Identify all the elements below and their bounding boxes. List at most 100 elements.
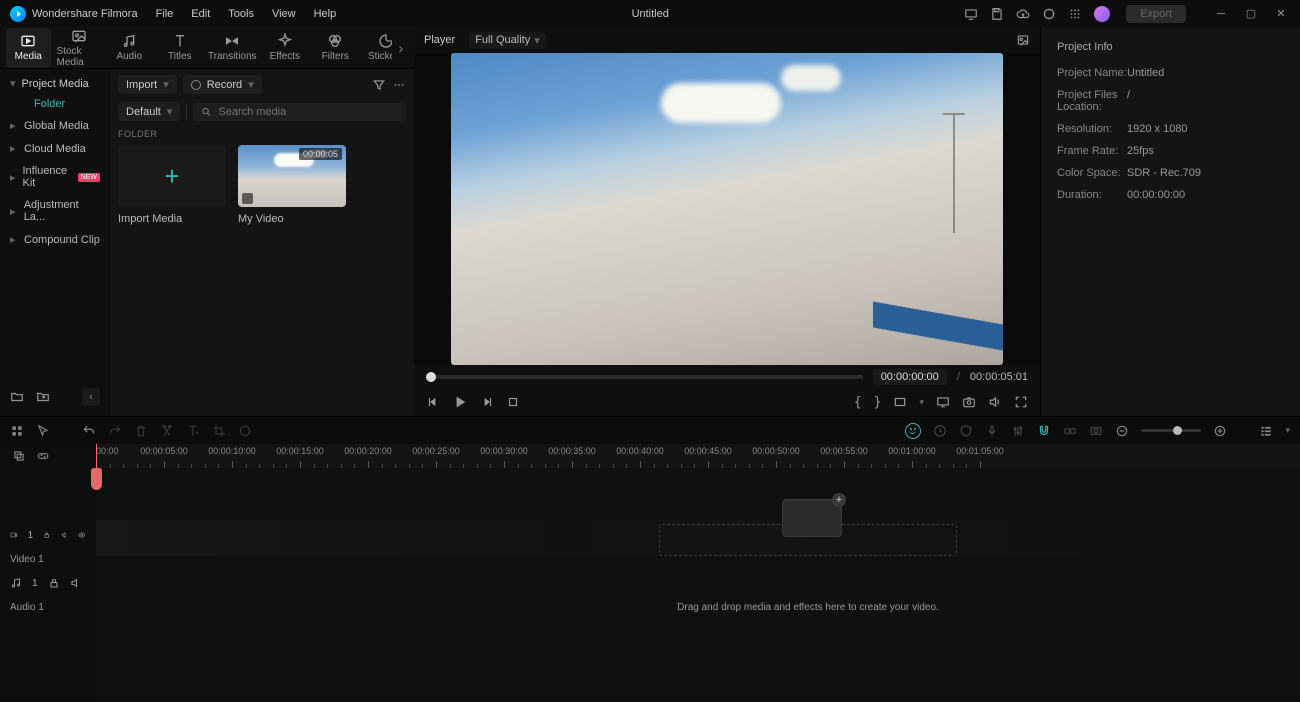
user-avatar[interactable] <box>1094 6 1110 22</box>
tree-global-media[interactable]: ▸Global Media <box>4 114 106 137</box>
cloud-upload-icon[interactable] <box>1016 7 1030 21</box>
cursor-tool-icon[interactable] <box>36 424 50 438</box>
media-clip-tile[interactable]: 00:00:05 My Video <box>238 145 346 225</box>
tree-cloud-media[interactable]: ▸Cloud Media <box>4 137 106 160</box>
lock-icon[interactable] <box>43 529 51 541</box>
magnet-snap-icon[interactable] <box>1037 424 1051 438</box>
playhead[interactable] <box>96 444 97 468</box>
next-frame-icon[interactable] <box>480 395 494 409</box>
new-bin-icon[interactable] <box>36 390 50 404</box>
zoom-slider[interactable] <box>1141 429 1201 432</box>
crop-icon[interactable] <box>212 424 226 438</box>
mark-in-icon[interactable]: { <box>854 395 862 410</box>
menu-file[interactable]: File <box>156 8 174 20</box>
link-icon[interactable] <box>1063 424 1077 438</box>
window-minimize-icon[interactable]: ─ <box>1206 0 1236 27</box>
more-menu-icon[interactable] <box>392 78 406 92</box>
category-scroll-right-icon[interactable]: › <box>392 28 410 68</box>
snapshot-preview-icon[interactable] <box>1016 33 1030 47</box>
camera-snapshot-icon[interactable] <box>962 395 976 409</box>
category-stock-media[interactable]: Stock Media <box>57 28 102 68</box>
menu-edit[interactable]: Edit <box>191 8 210 20</box>
aspect-ratio-icon[interactable] <box>893 395 907 409</box>
ruler-copy-icon[interactable] <box>12 449 26 463</box>
stop-icon[interactable] <box>506 395 520 409</box>
audio-track-header[interactable]: 1 <box>0 574 96 592</box>
tree-influence-kit[interactable]: ▸Influence KitNEW <box>4 160 106 194</box>
visibility-icon[interactable] <box>78 529 86 541</box>
ai-smile-icon[interactable] <box>905 423 921 439</box>
timeline-tracks[interactable]: + Drag and drop media and effects here t… <box>96 468 1300 698</box>
delete-icon[interactable] <box>134 424 148 438</box>
menu-tools[interactable]: Tools <box>228 8 254 20</box>
redo-icon[interactable] <box>108 424 122 438</box>
category-transitions[interactable]: Transitions <box>208 28 257 68</box>
collapse-tree-icon[interactable]: ‹ <box>82 388 100 406</box>
notification-icon[interactable] <box>1042 7 1056 21</box>
device-icon[interactable] <box>964 7 978 21</box>
quality-dropdown[interactable]: Full Quality▾ <box>469 32 546 49</box>
timeline-toolbar: ▾ <box>0 416 1300 444</box>
category-effects[interactable]: Effects <box>263 28 308 68</box>
ruler-link-icon[interactable] <box>36 449 50 463</box>
timeline-dropzone[interactable]: + <box>659 524 957 556</box>
tree-adjustment-layer[interactable]: ▸Adjustment La... <box>4 194 106 228</box>
video-track-header[interactable]: 1 <box>0 526 96 544</box>
category-audio[interactable]: Audio <box>107 28 152 68</box>
volume-icon[interactable] <box>988 395 1002 409</box>
prev-frame-icon[interactable] <box>426 395 440 409</box>
audio-mixer-icon[interactable] <box>1011 424 1025 438</box>
app-logo-icon <box>10 6 26 22</box>
playhead-grip[interactable] <box>91 468 102 490</box>
title-bar: Wondershare Filmora File Edit Tools View… <box>0 0 1300 27</box>
add-text-icon[interactable] <box>186 424 200 438</box>
list-view-icon[interactable] <box>1259 424 1273 438</box>
mark-out-icon[interactable]: } <box>874 395 882 410</box>
mute-icon[interactable] <box>70 577 82 589</box>
preview-viewport[interactable] <box>451 53 1003 365</box>
window-close-icon[interactable]: ✕ <box>1266 0 1296 27</box>
timeline-ruler[interactable]: 00:00 00:00:05:0000:00:10:0000:00:15:000… <box>96 444 1300 468</box>
info-title: Project Info <box>1057 41 1284 53</box>
lock-icon[interactable] <box>48 577 60 589</box>
folder-section-label: FOLDER <box>118 129 406 139</box>
display-icon[interactable] <box>936 395 950 409</box>
zoom-out-icon[interactable] <box>1115 424 1129 438</box>
speed-icon[interactable] <box>933 424 947 438</box>
play-icon[interactable] <box>452 394 468 410</box>
tree-compound-clip[interactable]: ▸Compound Clip <box>4 228 106 251</box>
export-button[interactable]: Export <box>1126 5 1186 23</box>
marker-toolbar-icon[interactable] <box>1089 424 1103 438</box>
info-row: Frame Rate:25fps <box>1057 145 1284 157</box>
filter-icon[interactable] <box>372 78 386 92</box>
grid-view-icon[interactable] <box>10 424 24 438</box>
window-maximize-icon[interactable]: ▢ <box>1236 0 1266 27</box>
zoom-in-icon[interactable] <box>1213 424 1227 438</box>
split-icon[interactable] <box>160 424 174 438</box>
fullscreen-icon[interactable] <box>1014 395 1028 409</box>
category-titles[interactable]: Titles <box>158 28 203 68</box>
undo-icon[interactable] <box>82 424 96 438</box>
shield-icon[interactable] <box>959 424 973 438</box>
preview-scrubber[interactable] <box>426 375 863 379</box>
import-dropdown[interactable]: Import▾ <box>118 75 177 94</box>
sort-dropdown[interactable]: Default▾ <box>118 102 180 121</box>
new-folder-icon[interactable] <box>10 390 24 404</box>
info-row: Project Files Location:/ <box>1057 89 1284 113</box>
category-filters[interactable]: Filters <box>313 28 358 68</box>
player-tab[interactable]: Player <box>424 34 455 46</box>
record-dropdown[interactable]: Record▾ <box>183 75 262 94</box>
voiceover-icon[interactable] <box>985 424 999 438</box>
save-icon[interactable] <box>990 7 1004 21</box>
category-media[interactable]: Media <box>6 28 51 68</box>
search-input[interactable] <box>193 103 406 121</box>
apps-icon[interactable] <box>1068 7 1082 21</box>
mute-icon[interactable] <box>61 529 69 541</box>
tree-project-media[interactable]: ▾Project Media <box>4 73 106 94</box>
color-icon[interactable] <box>238 424 252 438</box>
menu-help[interactable]: Help <box>314 8 337 20</box>
info-row: Resolution:1920 x 1080 <box>1057 123 1284 135</box>
tree-folder[interactable]: Folder <box>4 94 106 114</box>
import-media-tile[interactable]: + Import Media <box>118 145 226 225</box>
menu-view[interactable]: View <box>272 8 296 20</box>
